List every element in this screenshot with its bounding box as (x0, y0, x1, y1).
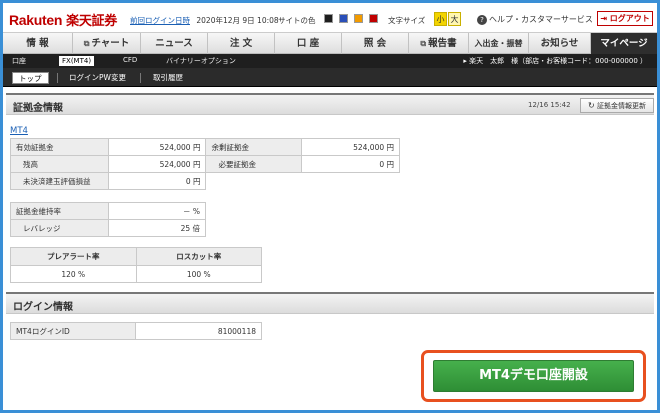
font-size-large-button[interactable]: 大 (448, 12, 461, 26)
help-link[interactable]: ? ヘルプ・カスタマーサービス (477, 14, 593, 25)
theme-label: サイトの色 (278, 16, 316, 25)
nav-order[interactable]: 注 文 (208, 33, 275, 54)
tab-login-pw-change[interactable]: ログインPW変更 (69, 72, 126, 84)
tab-trade-history[interactable]: 取引履歴 (153, 72, 183, 84)
refresh-label: 証拠金情報更新 (596, 102, 646, 110)
table-row: 残高 524,000 円 必要証拠金 0 円 (10, 155, 400, 173)
nav-report[interactable]: ⧉ 報告書 (409, 33, 469, 54)
main-nav: 情 報 ⧉ チャート ニュース 注 文 口 座 照 会 ⧉ 報告書 入出金・振替 お… (3, 32, 657, 54)
mt4-login-id-value: 81000118 (135, 322, 262, 340)
table-row: 有効証拠金 524,000 円 余剰証拠金 524,000 円 (10, 138, 400, 156)
theme-color-orange[interactable] (354, 14, 363, 23)
leverage-value: 25 倍 (107, 219, 207, 237)
table-row: 証拠金維持率 － % (10, 202, 207, 220)
nav-info[interactable]: 情 報 (3, 33, 73, 54)
effective-margin-label: 有効証拠金 (10, 138, 109, 156)
logout-icon: ⇥ (600, 14, 607, 23)
unrealized-pl-value: 0 円 (107, 172, 207, 190)
mt4-account-link[interactable]: MT4 (10, 126, 28, 136)
nav-mypage[interactable]: マイページ (591, 33, 657, 54)
leverage-label: レバレッジ (10, 219, 109, 237)
login-section-header: ログイン情報 (6, 292, 654, 314)
refresh-icon: ↻ (588, 101, 595, 110)
help-label: ヘルプ・カスタマーサービス (489, 15, 593, 24)
brand-name-jp: 楽天証券 (66, 13, 117, 28)
ratio-table: 証拠金維持率 － % レバレッジ 25 倍 (10, 202, 207, 237)
nav-chart-label: チャート (91, 38, 130, 49)
pre-alert-value: 120 % (10, 265, 137, 283)
alert-table: プレアラート率 ロスカット率 120 % 100 % (10, 247, 262, 283)
font-size-small-button[interactable]: 小 (434, 12, 447, 26)
nav-news[interactable]: ニュース (141, 33, 208, 54)
nav-notice[interactable]: お知らせ (529, 33, 591, 54)
font-size-label: 文字サイズ (388, 16, 426, 25)
open-demo-account-button[interactable]: MT4デモ口座開設 (433, 360, 634, 392)
loss-cut-header: ロスカット率 (135, 247, 262, 266)
page-frame: Rakuten 楽天証券 前回ログイン日時 2020年12月 9日 10:08 サ… (0, 0, 660, 413)
required-margin-value: 0 円 (301, 155, 400, 173)
cta-highlight: MT4デモ口座開設 (421, 350, 646, 402)
theme-color-black[interactable] (324, 14, 333, 23)
balance-label: 残高 (10, 155, 109, 173)
margin-table: 有効証拠金 524,000 円 余剰証拠金 524,000 円 残高 524,0… (10, 138, 400, 190)
surplus-margin-value: 524,000 円 (301, 138, 400, 156)
help-icon: ? (477, 15, 487, 25)
margin-ratio-value: － % (107, 202, 207, 220)
logout-button[interactable]: ⇥ ログアウト (597, 11, 653, 26)
user-info: ▸ 楽天 太郎 様（部店・お客様コード：000-000000 ） (463, 57, 647, 65)
last-login: 前回ログイン日時 2020年12月 9日 10:08 (130, 15, 279, 26)
table-row: レバレッジ 25 倍 (10, 219, 207, 237)
nav-account[interactable]: 口 座 (275, 33, 342, 54)
margin-section-header: 証拠金情報 12/16 15:42 ↻ 証拠金情報更新 (6, 93, 654, 115)
brand-name: Rakuten (9, 12, 63, 28)
nav-chart[interactable]: ⧉ チャート (73, 33, 141, 54)
login-section-title: ログイン情報 (13, 302, 73, 313)
margin-timestamp: 12/16 15:42 (528, 101, 571, 109)
theme-color-blue[interactable] (339, 14, 348, 23)
required-margin-label: 必要証拠金 (205, 155, 303, 173)
page-tabs: トップ ログインPW変更 取引履歴 (3, 68, 657, 87)
nav-transfer[interactable]: 入出金・振替 (469, 33, 529, 54)
table-row: MT4ログインID 81000118 (9, 322, 262, 340)
chart-icon: ⧉ (83, 39, 90, 48)
mt4-login-id-label: MT4ログインID (9, 322, 137, 340)
table-row: 未決済建玉評価損益 0 円 (10, 172, 400, 190)
margin-ratio-label: 証拠金維持率 (10, 202, 109, 220)
rakuten-logo[interactable]: Rakuten 楽天証券 (9, 10, 117, 29)
nav-report-label: 報告書 (428, 38, 457, 49)
sub-nav: 口座 FX(MT4) CFD バイナリーオプション ▸ 楽天 太郎 様（部店・お… (3, 54, 657, 68)
table-row: 120 % 100 % (10, 265, 262, 283)
tab-divider (57, 73, 58, 83)
last-login-value: 2020年12月 9日 10:08 (196, 16, 279, 25)
refresh-margin-button[interactable]: ↻ 証拠金情報更新 (580, 98, 654, 113)
subnav-account[interactable]: 口座 (12, 56, 26, 66)
subnav-binary[interactable]: バイナリーオプション (166, 56, 236, 66)
balance-value: 524,000 円 (107, 155, 207, 173)
tab-top[interactable]: トップ (12, 72, 49, 84)
report-icon: ⧉ (420, 39, 427, 48)
site-header: Rakuten 楽天証券 前回ログイン日時 2020年12月 9日 10:08 サ… (3, 3, 657, 32)
loss-cut-value: 100 % (135, 265, 262, 283)
nav-inquiry[interactable]: 照 会 (342, 33, 409, 54)
login-table: MT4ログインID 81000118 (9, 322, 262, 340)
theme-color-red[interactable] (369, 14, 378, 23)
margin-section-title: 証拠金情報 (13, 103, 63, 114)
subnav-fx-mt4[interactable]: FX(MT4) (59, 56, 95, 66)
effective-margin-value: 524,000 円 (107, 138, 207, 156)
surplus-margin-label: 余剰証拠金 (205, 138, 303, 156)
tab-divider (140, 73, 141, 83)
table-row: プレアラート率 ロスカット率 (10, 247, 262, 266)
subnav-cfd[interactable]: CFD (123, 56, 137, 64)
pre-alert-header: プレアラート率 (10, 247, 137, 266)
unrealized-pl-label: 未決済建玉評価損益 (10, 172, 109, 190)
logout-label: ログアウト (609, 14, 650, 23)
last-login-link[interactable]: 前回ログイン日時 (130, 16, 190, 25)
